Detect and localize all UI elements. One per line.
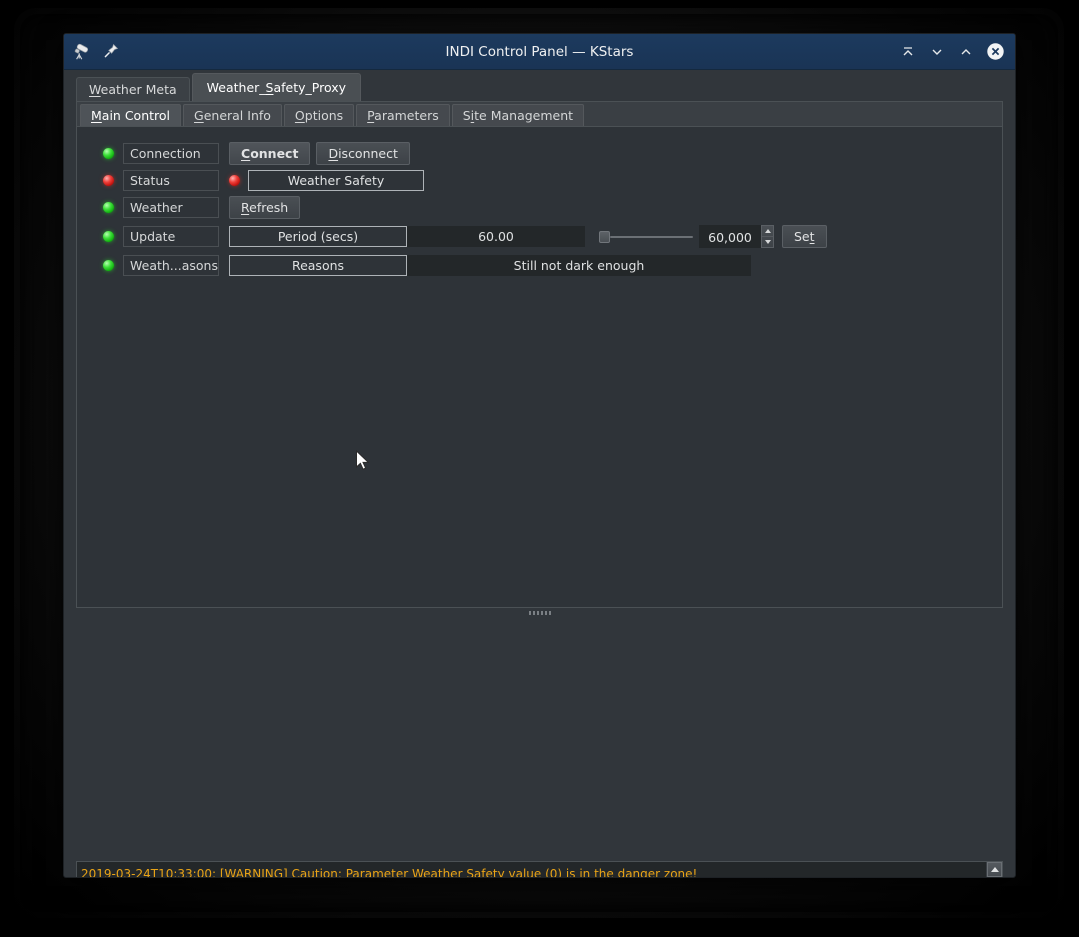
scrollbar-track[interactable] — [987, 877, 1002, 878]
log-lines[interactable]: 2019-03-24T10:33:00: [WARNING] Caution: … — [77, 862, 986, 878]
tab-options[interactable]: Options — [283, 104, 355, 126]
update-state-led — [103, 231, 114, 242]
keep-above-icon[interactable] — [898, 42, 918, 62]
slider-track — [610, 236, 693, 238]
device-tab-bar: Weather Meta Weather_Safety_Proxy — [64, 70, 1015, 102]
log-output: 2019-03-24T10:33:00: [WARNING] Caution: … — [76, 861, 1003, 878]
refresh-button[interactable]: Refresh — [229, 196, 301, 219]
log-line: 2019-03-24T10:33:00: [WARNING] Caution: … — [81, 867, 698, 878]
property-tab-bar: Main Control General Info Options Parame… — [76, 101, 1003, 126]
reasons-label: Reasons — [229, 255, 407, 276]
set-button[interactable]: Set — [782, 225, 827, 248]
property-row-weather-reasons: Weath...asons Reasons Still not dark eno… — [103, 255, 1002, 276]
update-label: Update — [123, 226, 219, 247]
tab-parameters[interactable]: Parameters — [356, 104, 450, 126]
title-bar[interactable]: INDI Control Panel — KStars — [64, 34, 1015, 70]
period-secs-label: Period (secs) — [229, 226, 407, 247]
property-row-status: Status Weather Safety — [103, 170, 1002, 191]
tab-weather-safety-proxy[interactable]: Weather_Safety_Proxy — [191, 73, 362, 101]
tab-site-management[interactable]: Site Management — [451, 104, 585, 126]
scrollbar-up-icon[interactable] — [987, 862, 1002, 877]
spinbox-down-icon[interactable] — [762, 237, 773, 247]
tab-weather-meta[interactable]: Weather Meta — [76, 77, 190, 102]
weather-reasons-state-led — [103, 260, 114, 271]
property-row-update: Update Period (secs) 60.00 60,000 Set — [103, 224, 1002, 249]
reasons-value: Still not dark enough — [407, 255, 751, 276]
desktop-background: INDI Control Panel — KStars Weather Meta… — [0, 0, 1079, 937]
minimize-icon[interactable] — [927, 42, 947, 62]
window-title: INDI Control Panel — KStars — [445, 43, 634, 60]
tab-main-control[interactable]: Main Control — [80, 104, 182, 126]
update-period-slider[interactable] — [599, 226, 695, 247]
telescope-icon — [72, 42, 92, 62]
property-list: Connection Connect Disconnect Status Wea… — [77, 127, 1002, 276]
slider-handle[interactable] — [599, 231, 610, 243]
spinbox-value[interactable]: 60,000 — [699, 225, 761, 248]
weather-reasons-label: Weath...asons — [123, 255, 219, 276]
tab-general-info[interactable]: General Info — [183, 104, 282, 126]
update-period-spinbox[interactable]: 60,000 — [699, 225, 774, 248]
panel-log-splitter[interactable] — [76, 608, 1003, 618]
splitter-grip-icon — [528, 611, 551, 615]
connection-label: Connection — [123, 143, 219, 164]
status-label: Status — [123, 170, 219, 191]
log-scrollbar[interactable] — [986, 862, 1002, 878]
spinbox-up-icon[interactable] — [762, 226, 773, 237]
connect-button[interactable]: Connect — [229, 142, 311, 165]
weather-safety-led — [229, 175, 240, 186]
property-row-weather: Weather Refresh — [103, 196, 1002, 219]
title-bar-icons — [64, 42, 122, 62]
weather-label: Weather — [123, 197, 219, 218]
indi-control-panel-window: INDI Control Panel — KStars Weather Meta… — [63, 33, 1016, 878]
disconnect-button[interactable]: Disconnect — [316, 142, 410, 165]
weather-state-led — [103, 202, 114, 213]
period-secs-value[interactable]: 60.00 — [407, 226, 585, 247]
main-control-content: Connection Connect Disconnect Status Wea… — [76, 126, 1003, 608]
property-row-connection: Connection Connect Disconnect — [103, 142, 1002, 165]
status-state-led — [103, 175, 114, 186]
spinbox-buttons — [761, 225, 774, 248]
pin-icon[interactable] — [102, 42, 122, 62]
maximize-icon[interactable] — [956, 42, 976, 62]
close-icon[interactable] — [985, 42, 1005, 62]
connection-state-led — [103, 148, 114, 159]
device-panel: Main Control General Info Options Parame… — [76, 101, 1003, 861]
window-controls — [898, 42, 1015, 62]
weather-safety-field: Weather Safety — [248, 170, 424, 191]
